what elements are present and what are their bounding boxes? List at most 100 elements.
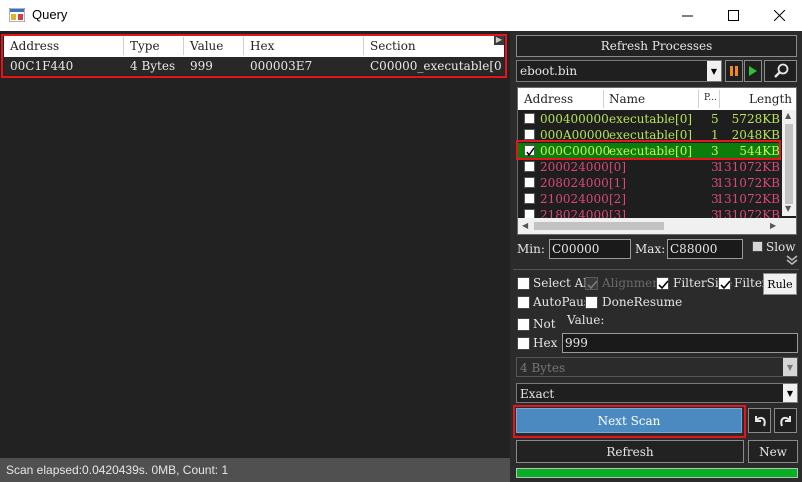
min-address-input[interactable]: C00000 (549, 239, 631, 259)
close-button[interactable] (756, 0, 802, 31)
checkmark-icon (587, 280, 598, 290)
value-text: 999 (565, 336, 588, 350)
scroll-thumb[interactable] (785, 124, 793, 204)
section-name: [2] (609, 192, 626, 206)
sections-list[interactable]: Address Name P... Length 000400000 execut… (517, 87, 797, 235)
section-row[interactable]: 000A00000 executable[0] 1 2048KB (518, 127, 780, 143)
column-divider (243, 37, 244, 55)
vertical-scrollbar[interactable]: ▲ ▼ (782, 110, 796, 216)
section-checkbox[interactable] (524, 177, 535, 188)
value-input[interactable]: 999 (562, 333, 798, 353)
scroll-thumb[interactable] (534, 222, 664, 230)
not-checkbox[interactable] (517, 318, 530, 331)
column-divider (363, 37, 364, 55)
auto-pause-checkbox[interactable] (517, 296, 530, 309)
section-checkbox[interactable] (524, 129, 535, 140)
minimize-icon (681, 15, 693, 17)
divider (513, 269, 799, 270)
rule-button[interactable]: Rule (763, 273, 797, 295)
column-divider (123, 37, 124, 55)
magnifier-icon (773, 63, 788, 78)
undo-button[interactable] (748, 408, 771, 433)
section-length: 131072KB (716, 176, 780, 190)
column-prot[interactable]: P... (704, 93, 717, 103)
collapse-icon[interactable] (786, 255, 798, 265)
chevron-up-icon[interactable]: ▲ (785, 111, 791, 120)
chevron-left-icon[interactable]: ◀ (522, 221, 528, 230)
refresh-button[interactable]: Refresh (516, 440, 744, 463)
column-address[interactable]: Address (10, 39, 59, 53)
find-process-button[interactable] (764, 60, 797, 82)
filter-size-checkbox[interactable] (656, 277, 669, 290)
new-scan-button[interactable]: New (748, 440, 798, 463)
chevron-down-icon: ▼ (783, 358, 797, 376)
resume-button[interactable] (744, 60, 762, 82)
section-name: [0] (609, 160, 626, 174)
next-scan-button[interactable]: Next Scan (516, 408, 742, 433)
app-icon (9, 8, 25, 22)
cell-address: 00C1F440 (10, 59, 74, 73)
process-select[interactable]: eboot.bin ▼ (516, 60, 722, 82)
column-type[interactable]: Type (130, 39, 160, 53)
section-length: 131072KB (716, 192, 780, 206)
checkmark-icon (658, 280, 669, 290)
maximize-button[interactable] (710, 0, 756, 31)
section-row[interactable]: 200024000 [0] 3 131072KB (518, 159, 780, 175)
redo-button[interactable] (774, 408, 797, 433)
section-length: 2048KB (731, 128, 780, 142)
column-hex[interactable]: Hex (250, 39, 274, 53)
horizontal-scrollbar[interactable]: ◀ ▶ (518, 218, 782, 234)
section-checkbox[interactable] (524, 193, 535, 204)
column-section[interactable]: Section (370, 39, 416, 53)
value-type-select[interactable]: 4 Bytes ▼ (516, 357, 798, 377)
section-checkbox[interactable] (524, 113, 535, 124)
value-type-selected: 4 Bytes (520, 361, 566, 375)
column-name[interactable]: Name (609, 92, 645, 106)
cell-type: 4 Bytes (130, 59, 176, 73)
section-row[interactable]: 210024000 [2] 3 131072KB (518, 191, 780, 207)
refresh-processes-label: Refresh Processes (600, 39, 713, 53)
progress-fill (517, 469, 797, 477)
section-checkbox[interactable] (524, 145, 535, 157)
table-row[interactable]: 00C1F440 4 Bytes 999 000003E7 C00000_exe… (4, 57, 504, 75)
scroll-right-icon[interactable]: ▶ (494, 35, 504, 45)
section-row[interactable]: 000C00000 executable[0] 3 544KB (518, 143, 780, 159)
chevron-down-icon[interactable]: ▼ (785, 204, 791, 213)
pause-button[interactable] (725, 60, 743, 82)
section-address: 208024000 (540, 176, 609, 190)
pause-icon (730, 66, 738, 76)
chevron-right-icon[interactable]: ▶ (770, 221, 776, 230)
column-address[interactable]: Address (524, 92, 573, 106)
refresh-processes-button[interactable]: Refresh Processes (516, 35, 797, 57)
section-protection: 5 (711, 112, 719, 126)
max-address-input[interactable]: C88000 (667, 239, 743, 259)
select-all-checkbox[interactable] (517, 277, 530, 290)
next-scan-label: Next Scan (597, 413, 661, 428)
title-bar: Query (0, 0, 802, 31)
minimize-button[interactable] (664, 0, 710, 31)
min-label: Min: (517, 242, 545, 256)
column-divider (719, 90, 720, 108)
section-row[interactable]: 000400000 executable[0] 5 5728KB (518, 111, 780, 127)
done-resume-checkbox[interactable] (585, 296, 598, 309)
column-divider (698, 90, 699, 108)
column-length[interactable]: Length (749, 92, 792, 106)
sections-header: Address Name P... Length (518, 88, 796, 110)
redo-icon (779, 415, 791, 426)
checkmark-icon (720, 280, 731, 290)
section-row[interactable]: 208024000 [1] 3 131072KB (518, 175, 780, 191)
cell-section: C00000_executable[0]_3_0 (370, 59, 502, 73)
section-checkbox[interactable] (524, 161, 535, 172)
scroll-corner (782, 218, 796, 234)
rule-label: Rule (767, 277, 793, 291)
filter-checkbox[interactable] (718, 277, 731, 290)
value-label: Value: (567, 313, 605, 327)
max-label: Max: (635, 242, 666, 256)
hex-label: Hex (533, 336, 558, 350)
compare-select[interactable]: Exact ▼ (516, 383, 798, 403)
hex-checkbox[interactable] (517, 337, 530, 350)
alignment-checkbox[interactable] (585, 277, 598, 290)
section-address: 000C00000 (540, 144, 611, 158)
slow-checkbox[interactable] (752, 241, 763, 252)
column-value[interactable]: Value (190, 39, 223, 53)
